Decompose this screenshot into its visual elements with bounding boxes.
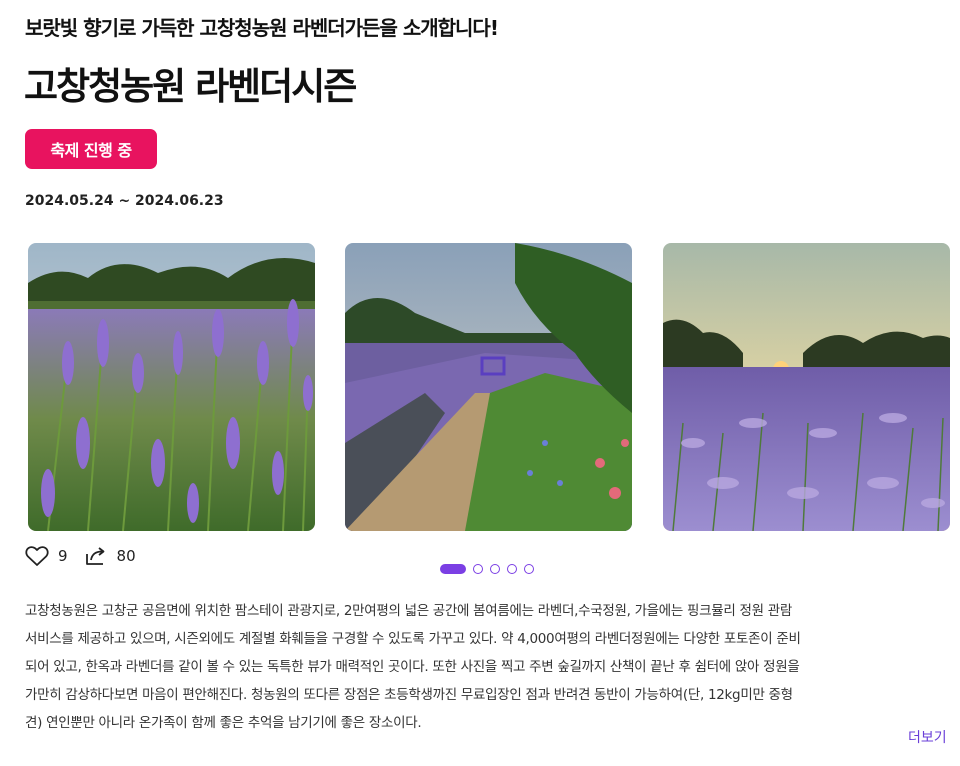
carousel-slide-lavender-closeup[interactable] xyxy=(28,243,315,531)
carousel-pagination xyxy=(440,564,541,574)
share-icon xyxy=(84,545,108,567)
photo-carousel[interactable] xyxy=(28,243,950,531)
lavender-sunset-image xyxy=(663,243,950,531)
festival-dates: 2024.05.24 ~ 2024.06.23 xyxy=(25,193,224,209)
carousel-slide-garden-path[interactable] xyxy=(345,243,632,531)
page-title: 고창청농원 라벤더시즌 xyxy=(24,65,357,108)
garden-path-image xyxy=(345,243,632,531)
carousel-slide-lavender-sunset[interactable] xyxy=(663,243,950,531)
description-line: 가만히 감상하다보면 마음이 편안해진다. 청농원의 또다른 장점은 초등학생까… xyxy=(25,687,793,703)
festival-status-badge: 축제 진행 중 xyxy=(25,129,157,169)
description-text: 고창청농원은 고창군 공음면에 위치한 팜스테이 관광지로, 2만여평의 넓은 … xyxy=(25,597,905,737)
description-line: 고창청농원은 고창군 공음면에 위치한 팜스테이 관광지로, 2만여평의 넓은 … xyxy=(25,603,792,619)
engagement-actions: 9 80 xyxy=(25,544,136,568)
share-button[interactable]: 80 xyxy=(84,545,136,567)
pagination-dot-3[interactable] xyxy=(490,564,500,574)
pagination-dot-1[interactable] xyxy=(440,564,466,574)
pagination-dot-5[interactable] xyxy=(524,564,534,574)
share-count: 80 xyxy=(116,547,136,565)
description-line: 되어 있고, 한옥과 라벤더를 같이 볼 수 있는 독특한 뷰가 매력적인 곳이… xyxy=(25,659,800,675)
like-button[interactable]: 9 xyxy=(25,545,68,567)
more-link[interactable]: 더보기 xyxy=(908,727,947,747)
pagination-dot-2[interactable] xyxy=(473,564,483,574)
like-count: 9 xyxy=(58,547,68,565)
lavender-closeup-image xyxy=(28,243,315,531)
pagination-dot-4[interactable] xyxy=(507,564,517,574)
description-line: 견) 연인뿐만 아니라 온가족이 함께 좋은 추억을 남기기에 좋은 장소이다. xyxy=(25,715,422,731)
description-line: 서비스를 제공하고 있으며, 시즌외에도 계절별 화훼들을 구경할 수 있도록 … xyxy=(25,631,801,647)
heart-icon xyxy=(25,545,49,567)
page-subtitle: 보랏빛 향기로 가득한 고창청농원 라벤더가든을 소개합니다! xyxy=(25,16,499,40)
